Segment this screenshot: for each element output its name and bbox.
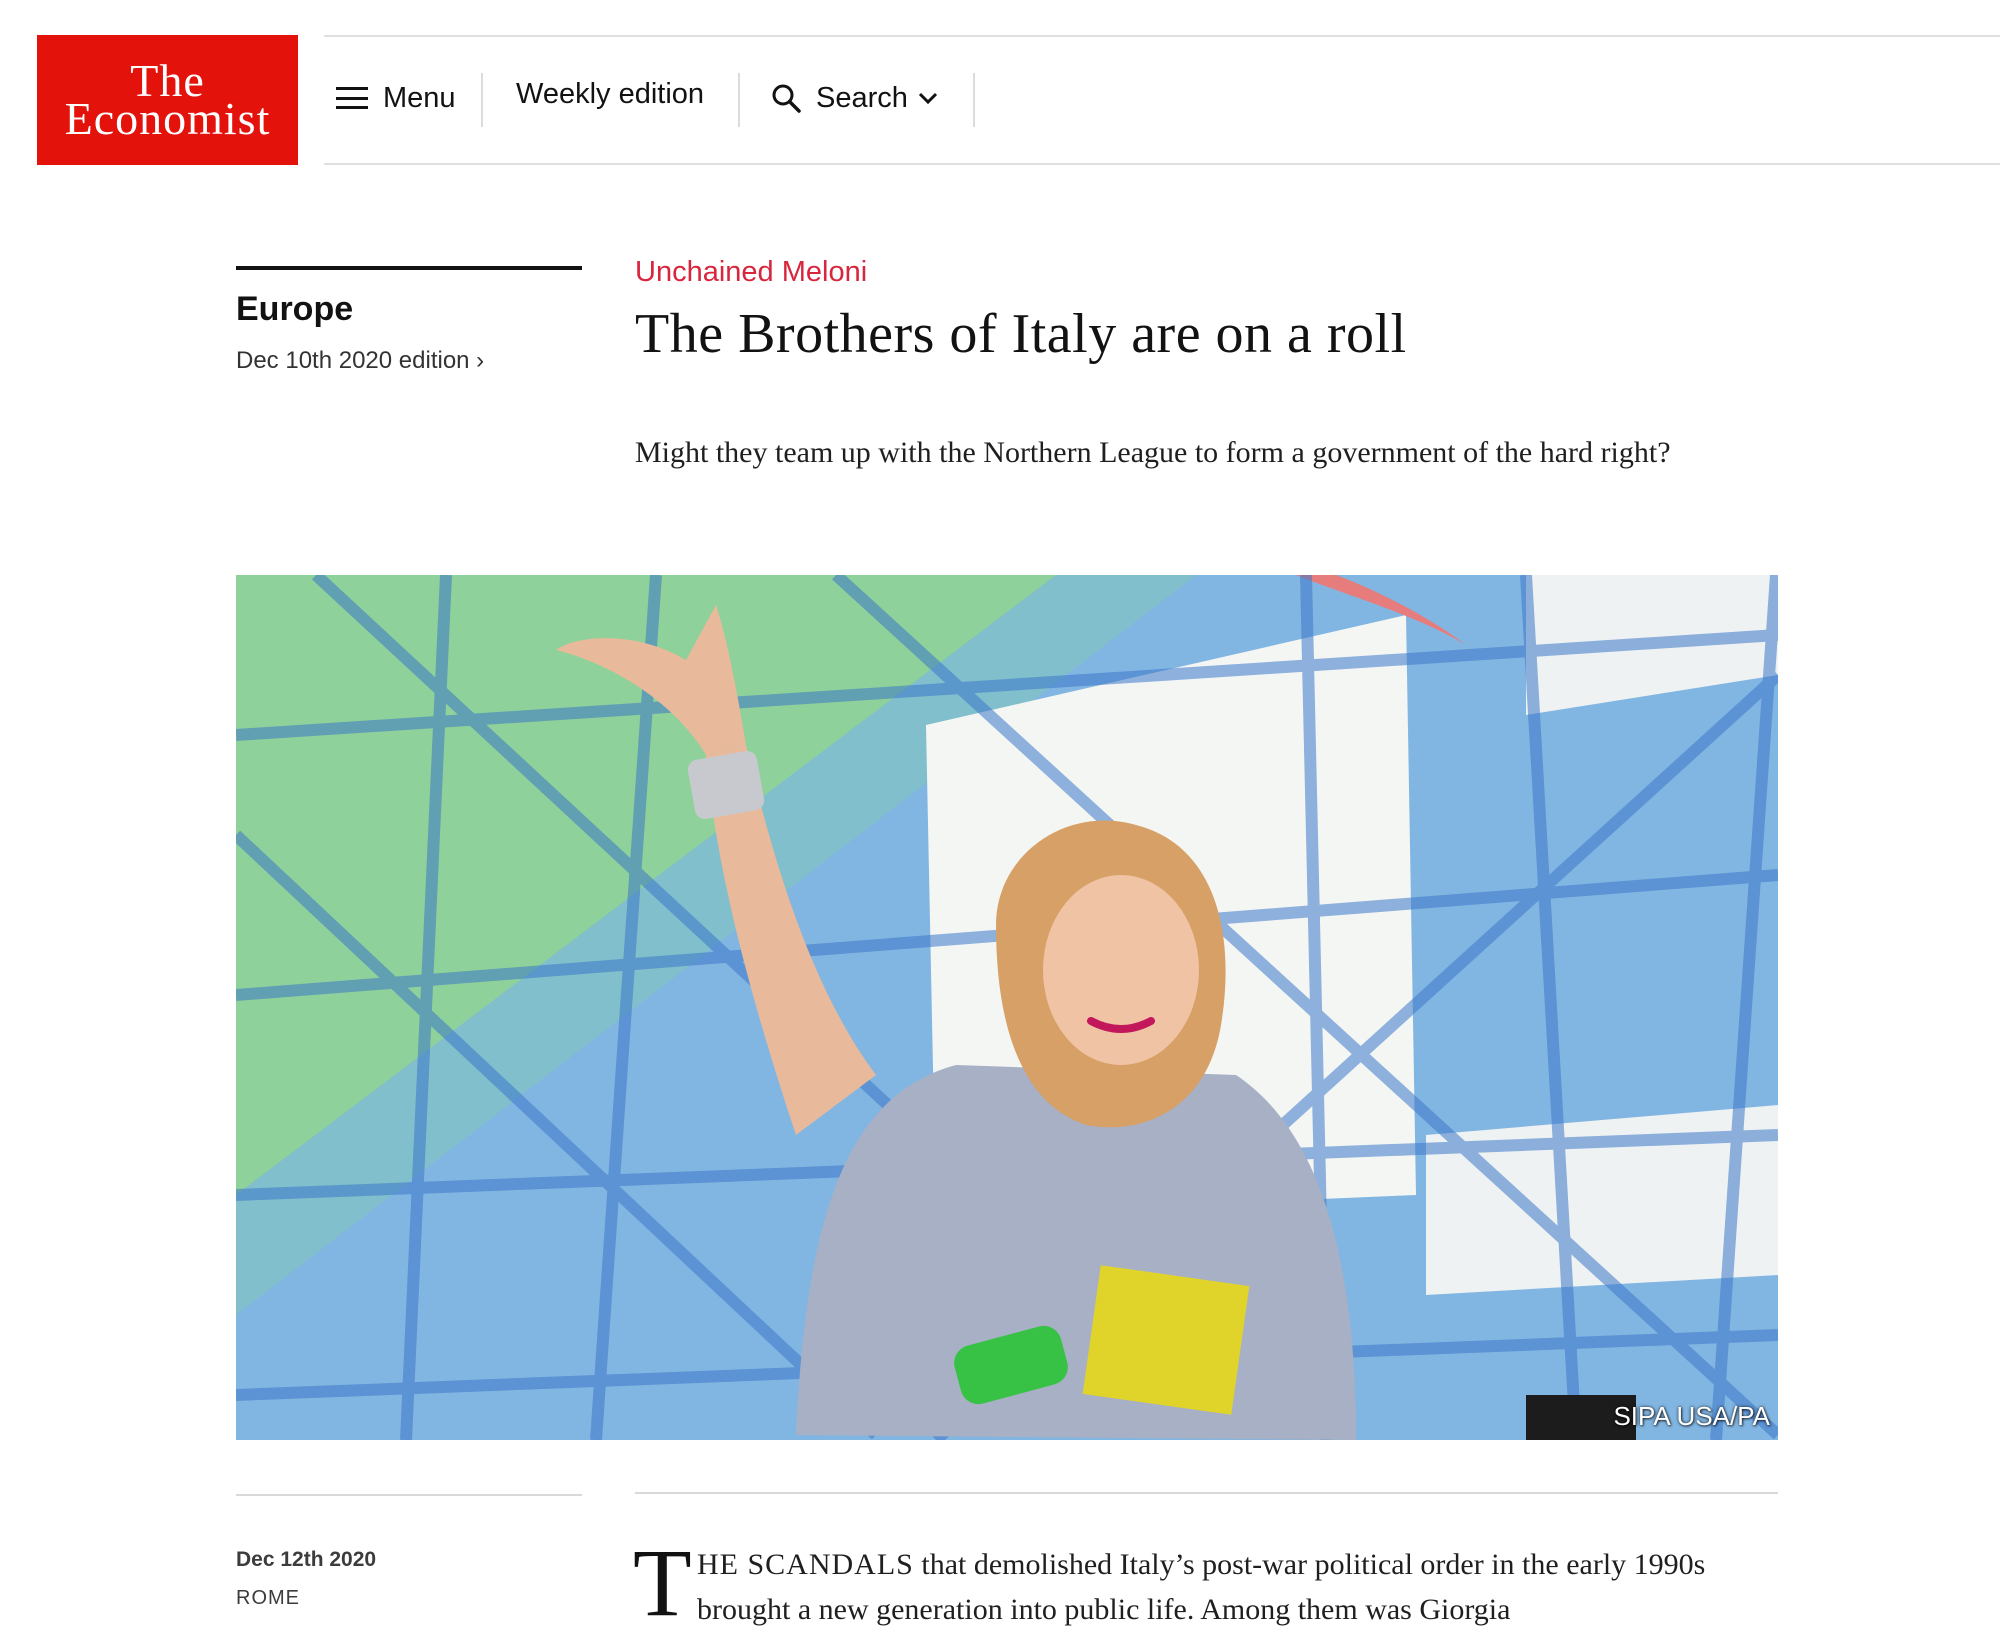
article-lead-paragraph: HE SCANDALS that demolished Italy’s post… — [697, 1542, 1787, 1632]
chevron-down-icon — [918, 92, 937, 105]
weekly-edition-label: Weekly edition — [516, 77, 705, 110]
body-rule — [635, 1492, 1778, 1494]
image-credit: SIPA USA/PA — [1613, 1401, 1770, 1431]
article-location: ROME — [236, 1587, 300, 1609]
menu-label: Menu — [383, 81, 456, 114]
hero-image: SIPA USA/PA — [236, 575, 1778, 1440]
drop-cap: T — [633, 1529, 692, 1636]
weekly-edition-link[interactable]: Weekly edition — [516, 66, 704, 122]
menu-button[interactable]: Menu — [336, 70, 456, 126]
article-headline: The Brothers of Italy are on a roll — [635, 303, 1407, 365]
search-icon — [772, 84, 801, 113]
logo-line-2: Economist — [64, 93, 271, 144]
article-subheadline: Might they team up with the Northern Lea… — [635, 436, 1671, 469]
header-top-rule — [324, 35, 2000, 37]
nav-divider — [481, 73, 483, 127]
nav-divider — [973, 73, 975, 127]
hero-photo-illustration — [236, 575, 1778, 1440]
meta-rule — [236, 1494, 582, 1496]
article-rubric: Unchained Meloni — [635, 256, 868, 288]
nav-divider — [738, 73, 740, 127]
search-button[interactable]: Search — [770, 70, 938, 126]
economist-logo[interactable]: The Economist — [37, 35, 298, 165]
header-bottom-rule — [324, 163, 2000, 165]
lead-smallcaps: HE SCANDALS — [697, 1548, 914, 1581]
hamburger-icon — [336, 87, 368, 109]
edition-link[interactable]: Dec 10th 2020 edition › — [236, 347, 484, 375]
article-date: Dec 12th 2020 — [236, 1548, 377, 1571]
section-link[interactable]: Europe — [236, 290, 353, 329]
search-label: Search — [816, 81, 908, 114]
section-rule — [236, 266, 582, 270]
